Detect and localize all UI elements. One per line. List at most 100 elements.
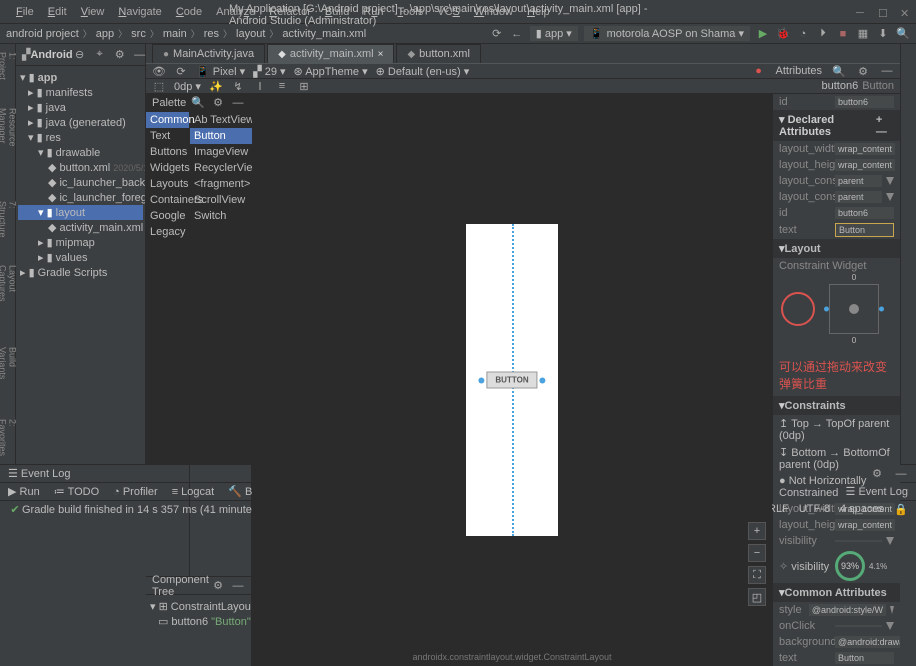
tree-item[interactable]: ▸ ▮ Gradle Scripts bbox=[18, 265, 143, 280]
clear-icon[interactable]: ↯ bbox=[231, 79, 245, 93]
rail-structure[interactable]: 7: Structure bbox=[0, 201, 18, 245]
rail-resmgr[interactable]: Resource Manager bbox=[0, 108, 18, 181]
component-tree-header: Component Tree ⚙— bbox=[146, 577, 251, 595]
canvas-button[interactable]: BUTTON bbox=[486, 372, 537, 389]
close-icon[interactable]: ✕ bbox=[900, 7, 910, 17]
minimize-icon[interactable]: ─ bbox=[856, 7, 866, 17]
collapse-icon[interactable]: ⊖ bbox=[73, 48, 87, 62]
lock-icon[interactable]: 🔒 bbox=[894, 503, 908, 517]
crumb[interactable]: layout bbox=[236, 28, 265, 40]
align-icon[interactable]: ≡ bbox=[275, 79, 289, 93]
tw-eventlog[interactable]: ☰ Event Log bbox=[846, 485, 908, 498]
error-icon[interactable]: ● bbox=[752, 64, 766, 78]
hide-icon[interactable]: — bbox=[880, 64, 894, 78]
crumb[interactable]: res bbox=[204, 28, 219, 40]
tree-file[interactable]: ◆ ic_launcher_background.xml bbox=[18, 175, 143, 190]
search-icon[interactable]: 🔍 bbox=[191, 96, 205, 110]
attach-icon[interactable]: ⏵ bbox=[816, 27, 830, 41]
rail-favorites[interactable]: 2: Favorites bbox=[0, 419, 18, 464]
crumb[interactable]: app bbox=[96, 28, 114, 40]
tree-item[interactable]: ▾ ▮ layout bbox=[18, 205, 143, 220]
gear-icon[interactable]: ⚙ bbox=[211, 579, 225, 593]
locale-pick[interactable]: ⊕ Default (en-us) ▾ bbox=[376, 65, 470, 78]
pan-icon[interactable]: ◰ bbox=[748, 588, 766, 606]
target-icon[interactable]: ⌖ bbox=[93, 48, 107, 62]
tree-item[interactable]: ▸ ▮ manifests bbox=[18, 85, 143, 100]
attrs-title: Attributes bbox=[776, 65, 822, 77]
tw-logcat[interactable]: ≡ Logcat bbox=[172, 486, 215, 498]
back-icon[interactable]: ← bbox=[510, 27, 524, 41]
tree-file[interactable]: ◆ ic_launcher_foreground.xml (v24) bbox=[18, 190, 143, 205]
design-canvas[interactable]: BUTTON + − ⛶ ◰ androidx.constraintlayout… bbox=[252, 94, 772, 666]
magnet-icon[interactable]: ⬚ bbox=[152, 79, 166, 93]
tw-todo[interactable]: ≔ TODO bbox=[54, 485, 99, 498]
tree-item[interactable]: ▸ ▮ values bbox=[18, 250, 143, 265]
crumb[interactable]: activity_main.xml bbox=[282, 28, 366, 40]
crumb[interactable]: android project bbox=[6, 28, 79, 40]
tw-profiler[interactable]: ◔ Profiler bbox=[113, 486, 158, 498]
sync-icon[interactable]: ⟳ bbox=[490, 27, 504, 41]
module-select[interactable]: ▮ app ▾ bbox=[530, 26, 578, 41]
tree-file[interactable]: ◆ button.xml 2020/5/1 10:48, 154 B bbox=[18, 160, 143, 175]
search-icon[interactable]: 🔍 bbox=[896, 27, 910, 41]
tree-item[interactable]: ▾ ▮ drawable bbox=[18, 145, 143, 160]
wand-icon[interactable]: ✨ bbox=[209, 79, 223, 93]
attr-id[interactable]: button6 bbox=[835, 96, 894, 108]
tree-item[interactable]: ▸ ▮ java bbox=[18, 100, 143, 115]
run-icon[interactable]: ▶ bbox=[756, 27, 770, 41]
tree-item[interactable]: ▸ ▮ mipmap bbox=[18, 235, 143, 250]
section-constraints[interactable]: ▾ Constraints bbox=[773, 396, 900, 415]
project-view[interactable]: Android bbox=[30, 49, 72, 61]
api-pick[interactable]: ▞ 29 ▾ bbox=[253, 65, 285, 78]
crumb[interactable]: main bbox=[163, 28, 187, 40]
tw-run[interactable]: ▶ Run bbox=[8, 485, 40, 498]
tree-root[interactable]: ▾ ▮ app bbox=[18, 70, 143, 85]
gear-icon[interactable]: ⚙ bbox=[856, 64, 870, 78]
maximize-icon[interactable]: ☐ bbox=[878, 7, 888, 17]
profile-icon[interactable]: ◔ bbox=[796, 27, 810, 41]
zoom-fit-icon[interactable]: ⛶ bbox=[748, 566, 766, 584]
tree-item[interactable]: ▸ ▮ java (generated) bbox=[18, 115, 143, 130]
tab-java[interactable]: ● MainActivity.java bbox=[152, 44, 265, 63]
tree-item[interactable]: ▾ ▮ res bbox=[18, 130, 143, 145]
debug-icon[interactable]: 🐞 bbox=[776, 27, 790, 41]
left-rail: 1: Project Resource Manager 7: Structure… bbox=[0, 44, 16, 464]
design-toolbar: 👁 ⟳ 📱 Pixel ▾ ▞ 29 ▾ ⊛ AppTheme ▾ ⊕ Defa… bbox=[146, 64, 900, 79]
gear-icon[interactable]: ⚙ bbox=[113, 48, 127, 62]
device-pick[interactable]: 📱 Pixel ▾ bbox=[196, 65, 245, 78]
tab-button-xml[interactable]: ◆ button.xml bbox=[396, 44, 480, 63]
zoom-out-icon[interactable]: − bbox=[748, 544, 766, 562]
section-common[interactable]: ▾ Common Attributes bbox=[773, 583, 900, 602]
tab-activity-main[interactable]: ◆ activity_main.xml × bbox=[267, 44, 394, 63]
zoom-in-icon[interactable]: + bbox=[748, 522, 766, 540]
sdk-icon[interactable]: ⬇ bbox=[876, 27, 890, 41]
section-layout[interactable]: ▾ Layout bbox=[773, 239, 900, 258]
device-frame[interactable]: BUTTON bbox=[466, 224, 558, 536]
constraint-widget[interactable]: 0 0 bbox=[773, 274, 900, 354]
device-select[interactable]: 📱 motorola AOSP on Shama ▾ bbox=[584, 26, 750, 41]
project-tree[interactable]: ▾ ▮ app ▸ ▮ manifests ▸ ▮ java ▸ ▮ java … bbox=[16, 66, 145, 464]
pack-icon[interactable]: ⊞ bbox=[297, 79, 311, 93]
status-message: Gradle build finished in 14 s 357 ms (41… bbox=[22, 504, 282, 516]
stop-icon[interactable]: ■ bbox=[836, 27, 850, 41]
rail-variants[interactable]: Build Variants bbox=[0, 347, 18, 399]
theme-pick[interactable]: ⊛ AppTheme ▾ bbox=[294, 65, 368, 78]
ct-button[interactable]: ▭ button6 "Button" ● bbox=[148, 614, 249, 629]
tw-eventlog-top[interactable]: ☰ Event Log bbox=[8, 467, 70, 480]
section-declared[interactable]: ▾ Declared Attributes + — bbox=[773, 110, 900, 141]
rail-captures[interactable]: Layout Captures bbox=[0, 265, 18, 328]
guide-icon[interactable]: Ⅰ bbox=[253, 79, 267, 93]
gear-icon[interactable]: ⚙ bbox=[211, 96, 225, 110]
hide-icon[interactable]: — bbox=[133, 48, 147, 62]
rail-project[interactable]: 1: Project bbox=[0, 52, 18, 88]
avd-icon[interactable]: ▦ bbox=[856, 27, 870, 41]
crumb[interactable]: src bbox=[131, 28, 146, 40]
ct-root[interactable]: ▾ ⊞ ConstraintLayout bbox=[148, 599, 249, 614]
tree-file[interactable]: ◆ activity_main.xml 2020/5/1 22:34, 8 bbox=[18, 220, 143, 235]
indent[interactable]: 4 spaces bbox=[840, 503, 884, 517]
encoding[interactable]: UTF-8 bbox=[799, 503, 830, 517]
gear-icon[interactable]: ⚙ bbox=[870, 467, 884, 481]
eye-icon[interactable]: 👁 bbox=[152, 64, 166, 78]
search-icon[interactable]: 🔍 bbox=[832, 64, 846, 78]
orient-icon[interactable]: ⟳ bbox=[174, 64, 188, 78]
